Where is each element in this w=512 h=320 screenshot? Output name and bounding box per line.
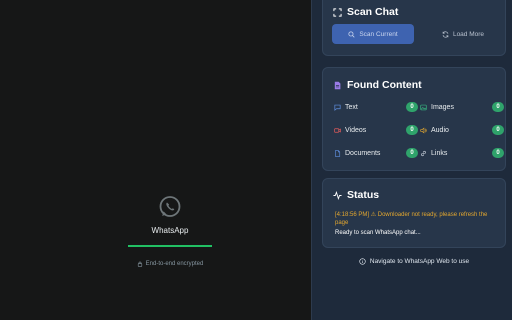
search-icon [348, 30, 355, 38]
loading-progress-bar [128, 245, 212, 247]
status-card: Status [4:18:56 PM] ⚠ Downloader not rea… [322, 178, 506, 248]
found-item-documents[interactable]: Documents 0 [334, 147, 418, 159]
video-icon [334, 127, 341, 133]
extension-panel: Scan Chat Scan Current Load More Found C… [311, 0, 512, 320]
load-more-label: Load More [452, 30, 485, 38]
status-warning-message: [4:18:56 PM] ⚠ Downloader not ready, ple… [335, 211, 501, 227]
loading-progress-fill [128, 245, 212, 247]
scan-chat-heading: Scan Chat [333, 6, 398, 18]
scan-chat-title: Scan Chat [347, 6, 399, 18]
scan-current-button[interactable]: Scan Current [332, 24, 414, 44]
found-links-count: 0 [492, 148, 504, 158]
whatsapp-title: WhatsApp [151, 226, 189, 235]
footer-note-text: Navigate to WhatsApp Web to use [369, 258, 470, 265]
found-images-count: 0 [492, 102, 504, 112]
found-audio-label: Audio [431, 126, 449, 134]
image-icon [420, 104, 427, 110]
load-more-button[interactable]: Load More [425, 24, 501, 44]
warning-icon: ⚠ [370, 212, 377, 218]
found-item-links[interactable]: Links 0 [420, 147, 504, 159]
found-item-videos[interactable]: Videos 0 [334, 124, 418, 136]
found-documents-label: Documents [345, 149, 381, 157]
encryption-text: End-to-end encrypted [145, 261, 204, 267]
status-title: Status [347, 189, 380, 201]
info-icon [359, 258, 366, 265]
document-purple-icon [334, 81, 341, 89]
status-timestamp: [4:18:56 PM] [335, 212, 370, 218]
found-videos-label: Videos [345, 126, 367, 134]
status-ready-message: Ready to scan WhatsApp chat... [335, 230, 421, 236]
encryption-notice: End-to-end encrypted [0, 261, 340, 267]
footer-note: Navigate to WhatsApp Web to use [322, 258, 506, 265]
link-icon [421, 150, 426, 156]
found-videos-count: 0 [406, 125, 418, 135]
status-heading: Status [333, 189, 379, 201]
found-documents-count: 0 [406, 148, 418, 158]
refresh-icon [442, 30, 449, 38]
document-icon [335, 149, 341, 157]
audio-icon [420, 126, 427, 134]
found-content-title: Found Content [347, 79, 422, 91]
found-text-label: Text [345, 103, 358, 111]
message-icon [334, 104, 341, 111]
found-images-label: Images [431, 103, 454, 111]
scan-chat-card: Scan Chat Scan Current Load More [322, 0, 506, 56]
lock-icon [137, 261, 142, 267]
found-item-audio[interactable]: Audio 0 [420, 124, 504, 136]
whatsapp-loading-screen: WhatsApp End-to-end encrypted [0, 0, 311, 320]
found-text-count: 0 [406, 102, 418, 112]
found-item-text[interactable]: Text 0 [334, 101, 418, 113]
found-links-label: Links [431, 149, 448, 157]
scan-frame-icon [333, 7, 342, 17]
found-content-heading: Found Content [333, 79, 422, 91]
whatsapp-logo-icon [159, 196, 181, 217]
scan-current-label: Scan Current [359, 30, 398, 38]
found-item-images[interactable]: Images 0 [420, 101, 504, 113]
found-content-card: Found Content Text 0 Images 0 Videos 0 A… [322, 67, 506, 171]
activity-icon [333, 190, 342, 200]
found-audio-count: 0 [492, 125, 504, 135]
